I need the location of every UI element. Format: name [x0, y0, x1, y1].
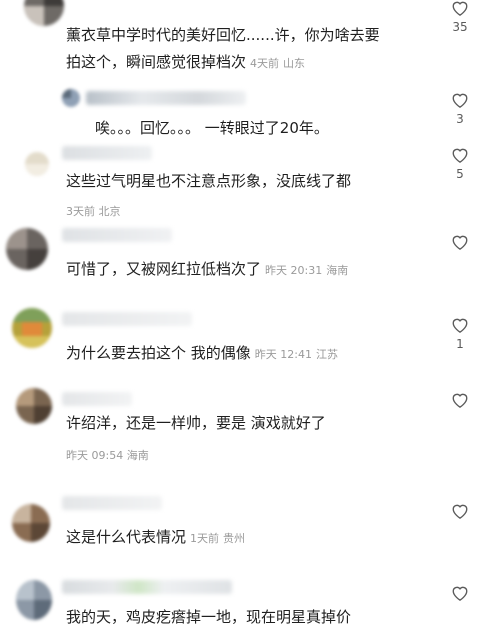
heart-outline-icon	[452, 148, 468, 163]
comment-text: 唉。。。回忆。。。 一转眼过了20年。	[95, 119, 329, 137]
comment-text: 为什么要去拍这个 我的偶像 昨天 12:41 江苏	[66, 344, 338, 362]
comment-text: 我的天，鸡皮疙瘩掉一地，现在明星真掉价	[66, 608, 352, 626]
username-blurred	[62, 228, 172, 242]
username-blurred	[62, 312, 192, 326]
avatar[interactable]	[6, 228, 48, 270]
heart-outline-icon	[452, 93, 468, 108]
comment-item: 许绍洋，还是一样帅，要是 演戏就好了 昨天 09:54 海南	[0, 380, 489, 486]
avatar[interactable]	[12, 308, 52, 348]
comment-item: 我的天，鸡皮疙瘩掉一地，现在明星真掉价	[0, 570, 489, 640]
comment-meta: 昨天 09:54 海南	[66, 447, 149, 463]
heart-outline-icon	[452, 504, 468, 519]
like-button[interactable]	[445, 503, 475, 519]
heart-outline-icon	[452, 235, 468, 250]
like-button[interactable]: 1	[445, 317, 475, 351]
like-count: 3	[456, 112, 464, 126]
comment-meta: 3天前 北京	[66, 203, 121, 219]
heart-outline-icon	[452, 318, 468, 333]
comment-text: 这是什么代表情况 1天前 贵州	[66, 528, 246, 546]
username-blurred	[86, 91, 246, 105]
like-button[interactable]: 3	[445, 92, 475, 126]
like-count: 5	[456, 167, 464, 181]
like-button[interactable]	[445, 585, 475, 601]
comment-item: 为什么要去拍这个 我的偶像 昨天 12:41 江苏 1	[0, 302, 489, 380]
like-button[interactable]	[445, 392, 475, 408]
comment-time: 4天前	[250, 57, 280, 70]
username-blurred	[62, 496, 162, 510]
comment-item: 这是什么代表情况 1天前 贵州	[0, 486, 489, 570]
comment-location: 贵州	[223, 532, 246, 545]
username-blurred	[62, 146, 152, 160]
comment-time: 昨天 20:31	[265, 264, 323, 277]
avatar[interactable]	[25, 152, 49, 176]
comment-location: 海南	[126, 449, 149, 462]
heart-outline-icon	[452, 393, 468, 408]
comment-item: 薰衣草中学时代的美好回忆......许，你为啥去要 拍这个，瞬间感觉很掉档次 4天…	[0, 0, 489, 86]
reply-item: 唉。。。回忆。。。 一转眼过了20年。 3	[0, 86, 489, 142]
comment-text: 这些过气明星也不注意点形象，没底线了都	[66, 172, 352, 190]
comment-time: 3天前	[66, 205, 95, 218]
avatar[interactable]	[24, 0, 64, 26]
comment-item: 这些过气明星也不注意点形象，没底线了都 3天前 北京 5	[0, 142, 489, 222]
comment-time: 1天前	[190, 532, 220, 545]
comment-text: 薰衣草中学时代的美好回忆......许，你为啥去要 拍这个，瞬间感觉很掉档次 4天…	[66, 26, 380, 71]
heart-outline-icon	[452, 1, 468, 16]
like-count: 35	[452, 20, 468, 34]
comment-location: 北京	[98, 205, 121, 218]
username-blurred	[62, 580, 232, 594]
comment-location: 江苏	[315, 348, 338, 361]
avatar[interactable]	[12, 504, 50, 542]
like-button[interactable]: 35	[445, 0, 475, 34]
comment-time: 昨天 12:41	[254, 348, 312, 361]
avatar[interactable]	[62, 89, 80, 107]
comment-text: 许绍洋，还是一样帅，要是 演戏就好了	[66, 414, 326, 432]
comment-text: 可惜了，又被网红拉低档次了 昨天 20:31 海南	[66, 260, 349, 278]
like-button[interactable]	[445, 234, 475, 250]
avatar[interactable]	[16, 388, 52, 424]
heart-outline-icon	[452, 586, 468, 601]
comment-location: 山东	[283, 57, 306, 70]
comment-time: 昨天 09:54	[66, 449, 124, 462]
comment-location: 海南	[326, 264, 349, 277]
like-count: 1	[456, 337, 464, 351]
avatar[interactable]	[16, 580, 52, 620]
comment-item: 可惜了，又被网红拉低档次了 昨天 20:31 海南	[0, 222, 489, 302]
like-button[interactable]: 5	[445, 147, 475, 181]
username-blurred	[62, 392, 132, 406]
